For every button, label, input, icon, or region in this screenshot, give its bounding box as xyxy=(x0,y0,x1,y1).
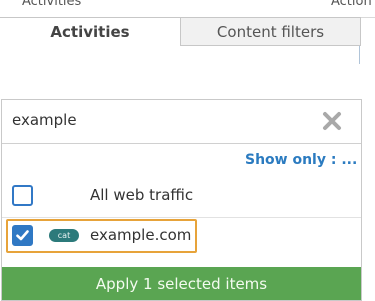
tab-content-filters[interactable]: Content filters xyxy=(180,17,361,46)
clear-search-button[interactable] xyxy=(321,110,343,132)
category-badge: cat xyxy=(49,229,79,242)
column-header-action: Action xyxy=(331,0,372,9)
list-item[interactable]: All web traffic xyxy=(2,176,361,217)
search-input[interactable] xyxy=(12,108,312,132)
background-table-header: Activities Action xyxy=(0,0,375,18)
tab-label: Content filters xyxy=(216,22,325,41)
item-label: All web traffic xyxy=(90,186,194,204)
checkmark-icon xyxy=(16,230,29,241)
search-bar xyxy=(2,100,361,144)
show-only-link[interactable]: Show only : ... xyxy=(245,152,357,168)
tab-label: Activities xyxy=(50,23,130,41)
close-icon xyxy=(323,112,341,130)
item-label: example.com xyxy=(90,226,192,244)
tab-bar: Activities Content filters xyxy=(0,17,361,46)
checkbox-example-com[interactable] xyxy=(12,225,33,246)
apply-selected-button[interactable]: Apply 1 selected items xyxy=(2,267,361,300)
column-header-activities: Activities xyxy=(22,0,82,9)
list-item[interactable]: cat example.com xyxy=(2,217,361,258)
filter-popup-stage: Activities Action Activities Content fil… xyxy=(0,0,375,301)
activity-picker-panel: Show only : ... All web traffic cat exam… xyxy=(1,99,362,301)
checkbox-all-web-traffic[interactable] xyxy=(12,185,33,206)
tab-activities[interactable]: Activities xyxy=(0,17,181,46)
